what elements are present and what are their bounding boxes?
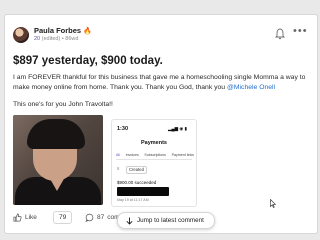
- thumbs-up-icon: [13, 213, 22, 222]
- jump-to-latest-comment-button[interactable]: Jump to latest comment: [117, 212, 215, 229]
- author-name-text[interactable]: Paula Forbes: [34, 26, 81, 35]
- screenshot-date: May 19 at 11:17 AM: [117, 198, 149, 202]
- bell-icon[interactable]: [275, 28, 285, 40]
- screenshot-tab: All: [116, 153, 120, 157]
- comment-icon: [85, 213, 94, 222]
- screenshot-time: 1:30: [117, 126, 129, 132]
- mouse-cursor-icon: [270, 199, 276, 208]
- post-body: I am FOREVER thankful for this business …: [13, 73, 313, 93]
- post-dedication: This one's for you John Travolta!!: [13, 101, 113, 108]
- jump-label: Jump to latest comment: [137, 217, 204, 224]
- like-button[interactable]: Like: [13, 213, 37, 222]
- comment-count: 87: [97, 214, 105, 221]
- screenshot-tab: Payment links: [171, 153, 194, 157]
- screenshot-tab: Subscriptions: [144, 153, 166, 157]
- screenshot-tabs: All Invoices Subscriptions Payment links: [116, 153, 194, 157]
- like-label: Like: [25, 214, 37, 221]
- screenshot-status-icons: ▂▄▆ ◉ ▮: [168, 126, 188, 131]
- filter-icon: ≡: [117, 166, 120, 171]
- payments-screenshot[interactable]: 1:30 ▂▄▆ ◉ ▮ Payments All Invoices Subsc…: [111, 119, 197, 207]
- fire-badge-icon: 🔥: [83, 28, 92, 35]
- photo-hair: [27, 119, 85, 149]
- screenshot-amount: $900.00 succeeded: [117, 180, 157, 185]
- post-timestamp: (edited) • 86wd: [41, 36, 79, 42]
- screenshot-divider: [116, 159, 192, 160]
- level-badge: 20: [34, 36, 41, 42]
- post-footer: Like 79 87 comme Jump to latest comment: [13, 211, 309, 229]
- arrow-down-icon: [126, 217, 133, 225]
- mention-link[interactable]: @Michele Onell: [227, 84, 275, 91]
- redacted-block: [117, 187, 169, 196]
- post-title: $897 yesterday, $900 today.: [13, 55, 163, 67]
- like-count[interactable]: 79: [53, 211, 73, 224]
- post-photo[interactable]: [13, 115, 103, 205]
- screenshot-filter-chip: Created: [126, 166, 147, 174]
- post-card: Paula Forbes 🔥 20 (edited) • 86wd ••• $89…: [4, 14, 318, 234]
- post-meta: 20 (edited) • 86wd: [34, 36, 78, 42]
- screenshot-tab: Invoices: [125, 153, 139, 157]
- screenshot-title: Payments: [141, 140, 167, 146]
- more-options-icon[interactable]: •••: [293, 25, 308, 37]
- post-header: Paula Forbes 🔥 20 (edited) • 86wd •••: [13, 25, 309, 49]
- author-name[interactable]: Paula Forbes 🔥: [34, 26, 92, 35]
- avatar[interactable]: [13, 27, 29, 43]
